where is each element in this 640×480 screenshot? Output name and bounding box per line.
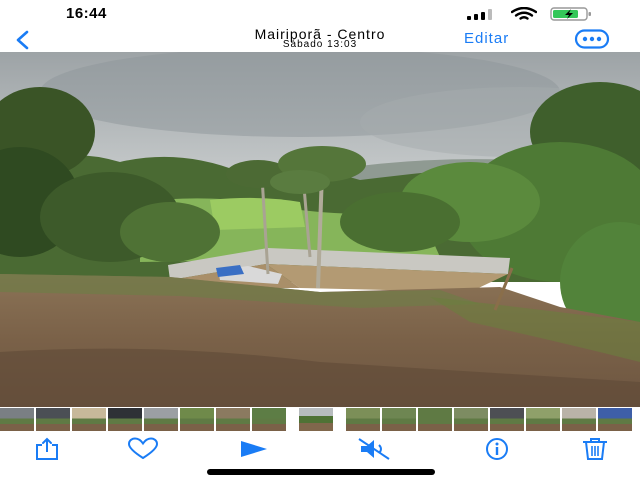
thumbnail[interactable]: [108, 408, 142, 431]
thumbnail[interactable]: [180, 408, 214, 431]
cellular-signal-icon: [467, 9, 492, 20]
speaker-muted-icon[interactable]: [357, 437, 391, 461]
thumbnail[interactable]: [144, 408, 178, 431]
thumbnail[interactable]: [526, 408, 560, 431]
thumbnail[interactable]: [346, 408, 380, 431]
thumbnail[interactable]: [454, 408, 488, 431]
photo-date-subtitle: Sábado 13:03: [282, 39, 358, 50]
landscape-photo[interactable]: [0, 52, 640, 407]
play-icon[interactable]: [237, 437, 271, 461]
home-indicator[interactable]: [207, 469, 435, 475]
heart-icon[interactable]: [126, 437, 160, 461]
trash-icon[interactable]: [578, 437, 612, 461]
thumbnail-strip[interactable]: [0, 407, 640, 432]
info-icon[interactable]: [480, 437, 514, 461]
share-icon[interactable]: [30, 437, 64, 461]
thumbnail[interactable]: [0, 408, 34, 431]
battery-charging-icon: [550, 7, 591, 21]
edit-button[interactable]: Editar: [464, 30, 509, 47]
thumbnail[interactable]: [382, 408, 416, 431]
thumbnail[interactable]: [72, 408, 106, 431]
status-time: 16:44: [66, 5, 107, 22]
ellipsis-circle-icon[interactable]: [574, 29, 610, 49]
navigation-bar: Mairiporã - Centro Sábado 13:03 Editar: [0, 26, 640, 52]
thumbnail[interactable]: [36, 408, 70, 431]
thumbnail[interactable]: [418, 408, 452, 431]
thumbnail[interactable]: [252, 408, 286, 431]
thumbnail[interactable]: [490, 408, 524, 431]
wifi-icon: [511, 7, 537, 20]
thumbnail[interactable]: [598, 408, 632, 431]
status-bar: 16:44: [0, 0, 640, 26]
thumbnail[interactable]: [562, 408, 596, 431]
thumbnail[interactable]: [216, 408, 250, 431]
thumbnail-selected[interactable]: [299, 408, 333, 431]
